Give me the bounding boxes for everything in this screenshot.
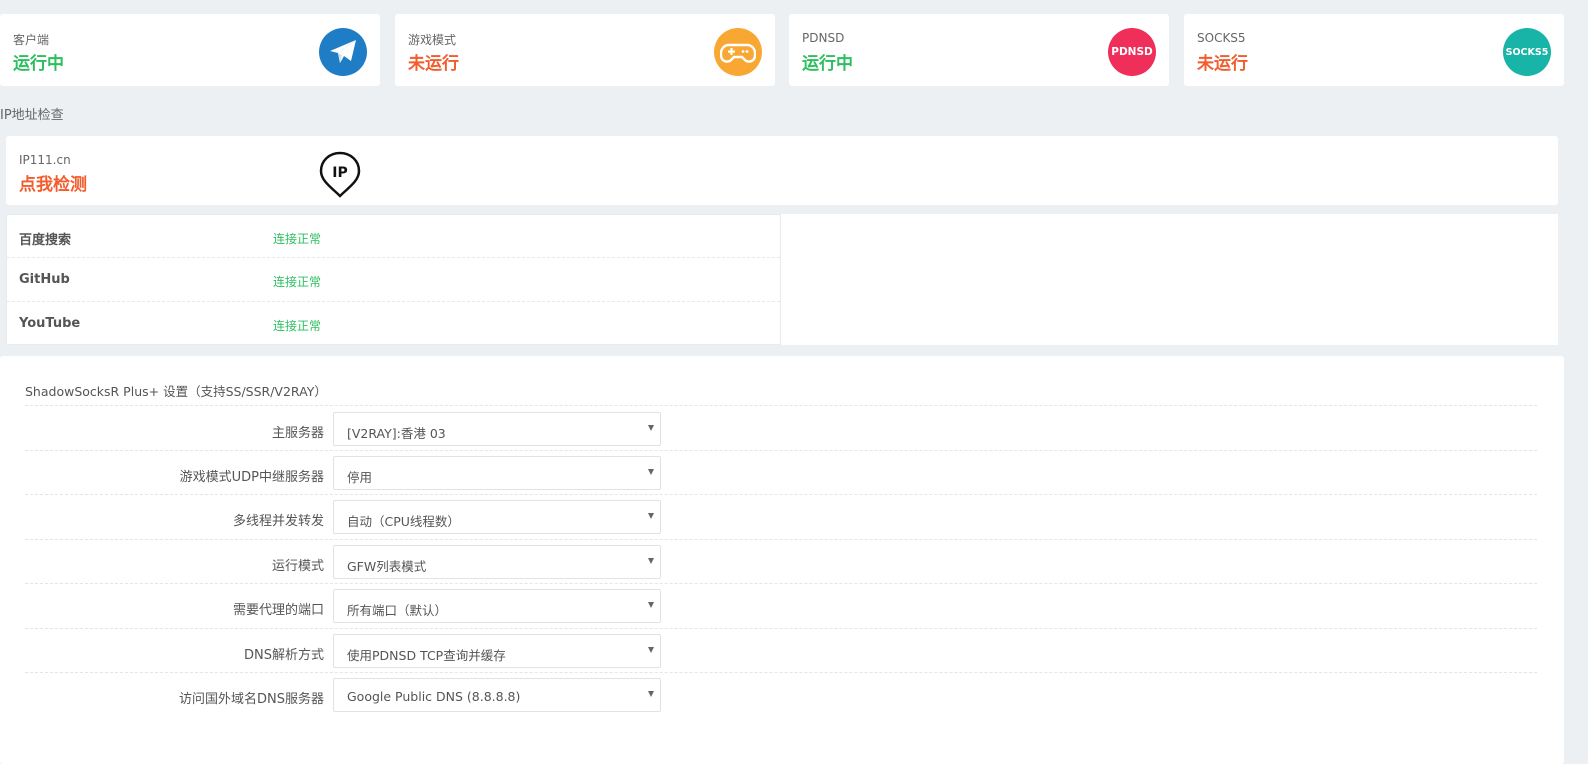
connection-status: 连接正常 xyxy=(273,275,322,290)
connection-status: 连接正常 xyxy=(273,318,322,333)
card-title: PDNSD xyxy=(802,31,845,45)
main-server-select[interactable]: [V2RAY]:香港 03 xyxy=(333,412,661,446)
card-status: 运行中 xyxy=(13,54,64,74)
divider xyxy=(25,450,1537,451)
divider xyxy=(25,672,1537,673)
caret-down-icon xyxy=(648,647,654,653)
pdnsd-icon-text: PDNSD xyxy=(1111,46,1153,58)
run-mode-select[interactable]: GFW列表模式 xyxy=(333,545,661,579)
caret-down-icon xyxy=(648,558,654,564)
udp-relay-server-select[interactable]: 停用 xyxy=(333,456,661,490)
caret-down-icon xyxy=(648,469,654,475)
ip-check-link[interactable]: 点我检测 xyxy=(19,170,87,195)
table-row: YouTube 连接正常 xyxy=(7,302,780,345)
status-card-pdnsd: PDNSD 运行中 PDNSD xyxy=(789,14,1169,86)
card-title: 客户端 xyxy=(13,33,50,47)
ip-icon-text: IP xyxy=(332,165,347,181)
card-status: 运行中 xyxy=(802,54,853,74)
divider xyxy=(25,405,1537,406)
caret-down-icon xyxy=(648,425,654,431)
connection-name: 百度搜索 xyxy=(19,233,72,248)
connection-table-blank xyxy=(781,214,1558,345)
paper-plane-icon xyxy=(319,28,367,76)
select-value: Google Public DNS (8.8.8.8) xyxy=(347,689,521,704)
connection-status: 连接正常 xyxy=(273,232,322,246)
select-value: GFW列表模式 xyxy=(347,559,427,574)
setting-threads: 多线程并发转发 自动（CPU线程数） xyxy=(25,497,1537,541)
setting-label: 运行模式 xyxy=(271,559,324,574)
select-value: 使用PDNSD TCP查询并缓存 xyxy=(347,648,506,663)
ip-check-card: IP111.cn 点我检测 IP xyxy=(6,136,1558,205)
setting-dns-mode: DNS解析方式 使用PDNSD TCP查询并缓存 xyxy=(25,631,1537,675)
status-cards: 客户端 运行中 游戏模式 未运行 PDNSD 运行中 PDNSD SOCKS5 … xyxy=(0,14,1568,86)
status-card-socks5: SOCKS5 未运行 SOCKS5 xyxy=(1184,14,1564,86)
select-value: 所有端口（默认） xyxy=(347,603,448,618)
pdnsd-icon: PDNSD xyxy=(1108,28,1156,76)
settings-title: ShadowSocksR Plus+ 设置（支持SS/SSR/V2RAY） xyxy=(25,384,327,399)
setting-udp-relay-server: 游戏模式UDP中继服务器 停用 xyxy=(25,453,1537,497)
table-row: 百度搜索 连接正常 xyxy=(7,215,780,259)
gamepad-icon xyxy=(714,28,762,76)
table-row: GitHub 连接正常 xyxy=(7,258,780,302)
divider xyxy=(25,494,1537,495)
caret-down-icon xyxy=(648,602,654,608)
threads-select[interactable]: 自动（CPU线程数） xyxy=(333,500,661,534)
caret-down-icon xyxy=(648,513,654,519)
settings-panel: ShadowSocksR Plus+ 设置（支持SS/SSR/V2RAY） 主服… xyxy=(0,356,1564,764)
socks5-icon-text: SOCKS5 xyxy=(1505,46,1549,58)
ip-site-name: IP111.cn xyxy=(19,153,71,167)
ip-location-icon: IP xyxy=(318,150,362,200)
setting-label: DNS解析方式 xyxy=(244,648,324,663)
connection-name: YouTube xyxy=(19,315,81,331)
select-value: 停用 xyxy=(347,470,373,485)
card-status: 未运行 xyxy=(408,54,459,74)
proxy-ports-select[interactable]: 所有端口（默认） xyxy=(333,589,661,623)
setting-label: 需要代理的端口 xyxy=(232,603,324,618)
socks5-icon: SOCKS5 xyxy=(1503,28,1551,76)
divider xyxy=(25,583,1537,584)
setting-proxy-ports: 需要代理的端口 所有端口（默认） xyxy=(25,586,1537,630)
dns-mode-select[interactable]: 使用PDNSD TCP查询并缓存 xyxy=(333,634,661,668)
divider xyxy=(25,539,1537,540)
setting-label: 访问国外域名DNS服务器 xyxy=(179,692,324,707)
select-value: 自动（CPU线程数） xyxy=(347,514,460,529)
setting-label: 多线程并发转发 xyxy=(232,514,324,529)
card-status: 未运行 xyxy=(1197,54,1248,74)
setting-run-mode: 运行模式 GFW列表模式 xyxy=(25,542,1537,586)
card-title: SOCKS5 xyxy=(1197,31,1246,45)
setting-label: 游戏模式UDP中继服务器 xyxy=(179,470,324,485)
card-title: 游戏模式 xyxy=(408,33,457,47)
ip-section-label: IP地址检查 xyxy=(0,108,64,123)
setting-main-server: 主服务器 [V2RAY]:香港 03 xyxy=(25,409,1537,453)
divider xyxy=(25,628,1537,629)
foreign-dns-select[interactable]: Google Public DNS (8.8.8.8) xyxy=(333,678,661,712)
select-value: [V2RAY]:香港 03 xyxy=(347,426,446,441)
setting-foreign-dns: 访问国外域名DNS服务器 Google Public DNS (8.8.8.8) xyxy=(25,675,1537,719)
status-card-game-mode: 游戏模式 未运行 xyxy=(395,14,775,86)
status-card-client: 客户端 运行中 xyxy=(0,14,380,86)
connection-table: 百度搜索 连接正常 GitHub 连接正常 YouTube 连接正常 xyxy=(6,214,781,345)
caret-down-icon xyxy=(648,691,654,697)
setting-label: 主服务器 xyxy=(271,426,324,441)
connection-name: GitHub xyxy=(19,272,70,288)
